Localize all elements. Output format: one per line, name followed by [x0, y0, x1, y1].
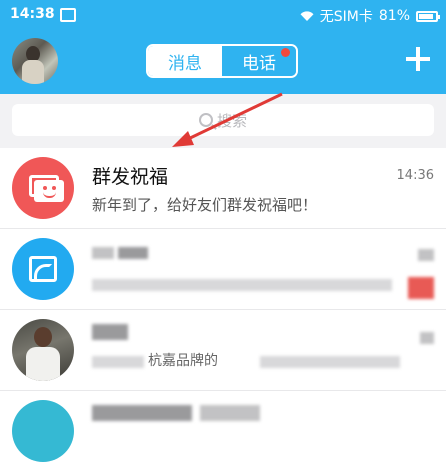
tab-calls[interactable]: 电话 — [222, 46, 296, 76]
conversation-row-broadcast[interactable]: 群发祝福 新年到了，给好友们群发祝福吧！ 14:36 — [0, 148, 446, 229]
conversation-preview: 杭嘉品牌的 — [148, 353, 218, 369]
blurred-name — [118, 247, 148, 259]
conversation-row-partial[interactable] — [0, 391, 446, 462]
conversation-preview: 新年到了，给好友们群发祝福吧！ — [92, 196, 318, 214]
search-placeholder: 搜索 — [216, 111, 247, 130]
search-icon — [198, 113, 213, 127]
plus-icon[interactable] — [406, 47, 430, 71]
blurred-time — [418, 249, 434, 261]
blurred-name — [200, 405, 260, 421]
teal-avatar — [12, 400, 74, 462]
blurred-preview — [92, 279, 392, 291]
blurred-name — [92, 324, 128, 340]
conversation-row-service[interactable] — [0, 229, 446, 310]
battery-percent: 81% — [378, 8, 410, 24]
wifi-icon — [300, 11, 314, 21]
status-right-group: 无SIM卡 81% — [300, 6, 440, 26]
tab-messages-label: 消息 — [168, 53, 202, 74]
new-badge-dot — [281, 48, 290, 57]
blurred-time — [420, 332, 434, 344]
person-avatar — [12, 319, 74, 381]
tab-messages[interactable]: 消息 — [148, 46, 222, 76]
blurred-name — [92, 247, 114, 259]
blurred-name — [92, 405, 192, 421]
conversation-name: 群发祝福 — [92, 166, 169, 188]
screenshot-indicator-icon — [60, 8, 76, 22]
broadcast-icon — [12, 157, 74, 219]
conversation-row-person[interactable]: 杭嘉品牌的 — [0, 310, 446, 391]
search-input[interactable]: 搜索 — [12, 104, 434, 136]
my-avatar[interactable] — [12, 38, 58, 84]
message-call-switcher: 消息 电话 — [146, 44, 298, 78]
conversation-list: 群发祝福 新年到了，给好友们群发祝福吧！ 14:36 杭嘉品牌的 — [0, 148, 446, 462]
tab-calls-label: 电话 — [242, 53, 276, 74]
battery-icon — [416, 10, 440, 22]
status-bar: 14:38 无SIM卡 81% — [0, 0, 446, 30]
unread-badge — [408, 277, 434, 299]
service-icon — [12, 238, 74, 300]
carrier-label: 无SIM卡 — [319, 9, 373, 25]
blurred-preview — [260, 356, 400, 368]
status-time: 14:38 — [10, 6, 55, 22]
conversation-time: 14:36 — [396, 168, 434, 183]
search-area: 搜索 — [0, 94, 446, 148]
blurred-preview — [92, 356, 144, 368]
app-header: 14:38 无SIM卡 81% 消息 电话 — [0, 0, 446, 94]
